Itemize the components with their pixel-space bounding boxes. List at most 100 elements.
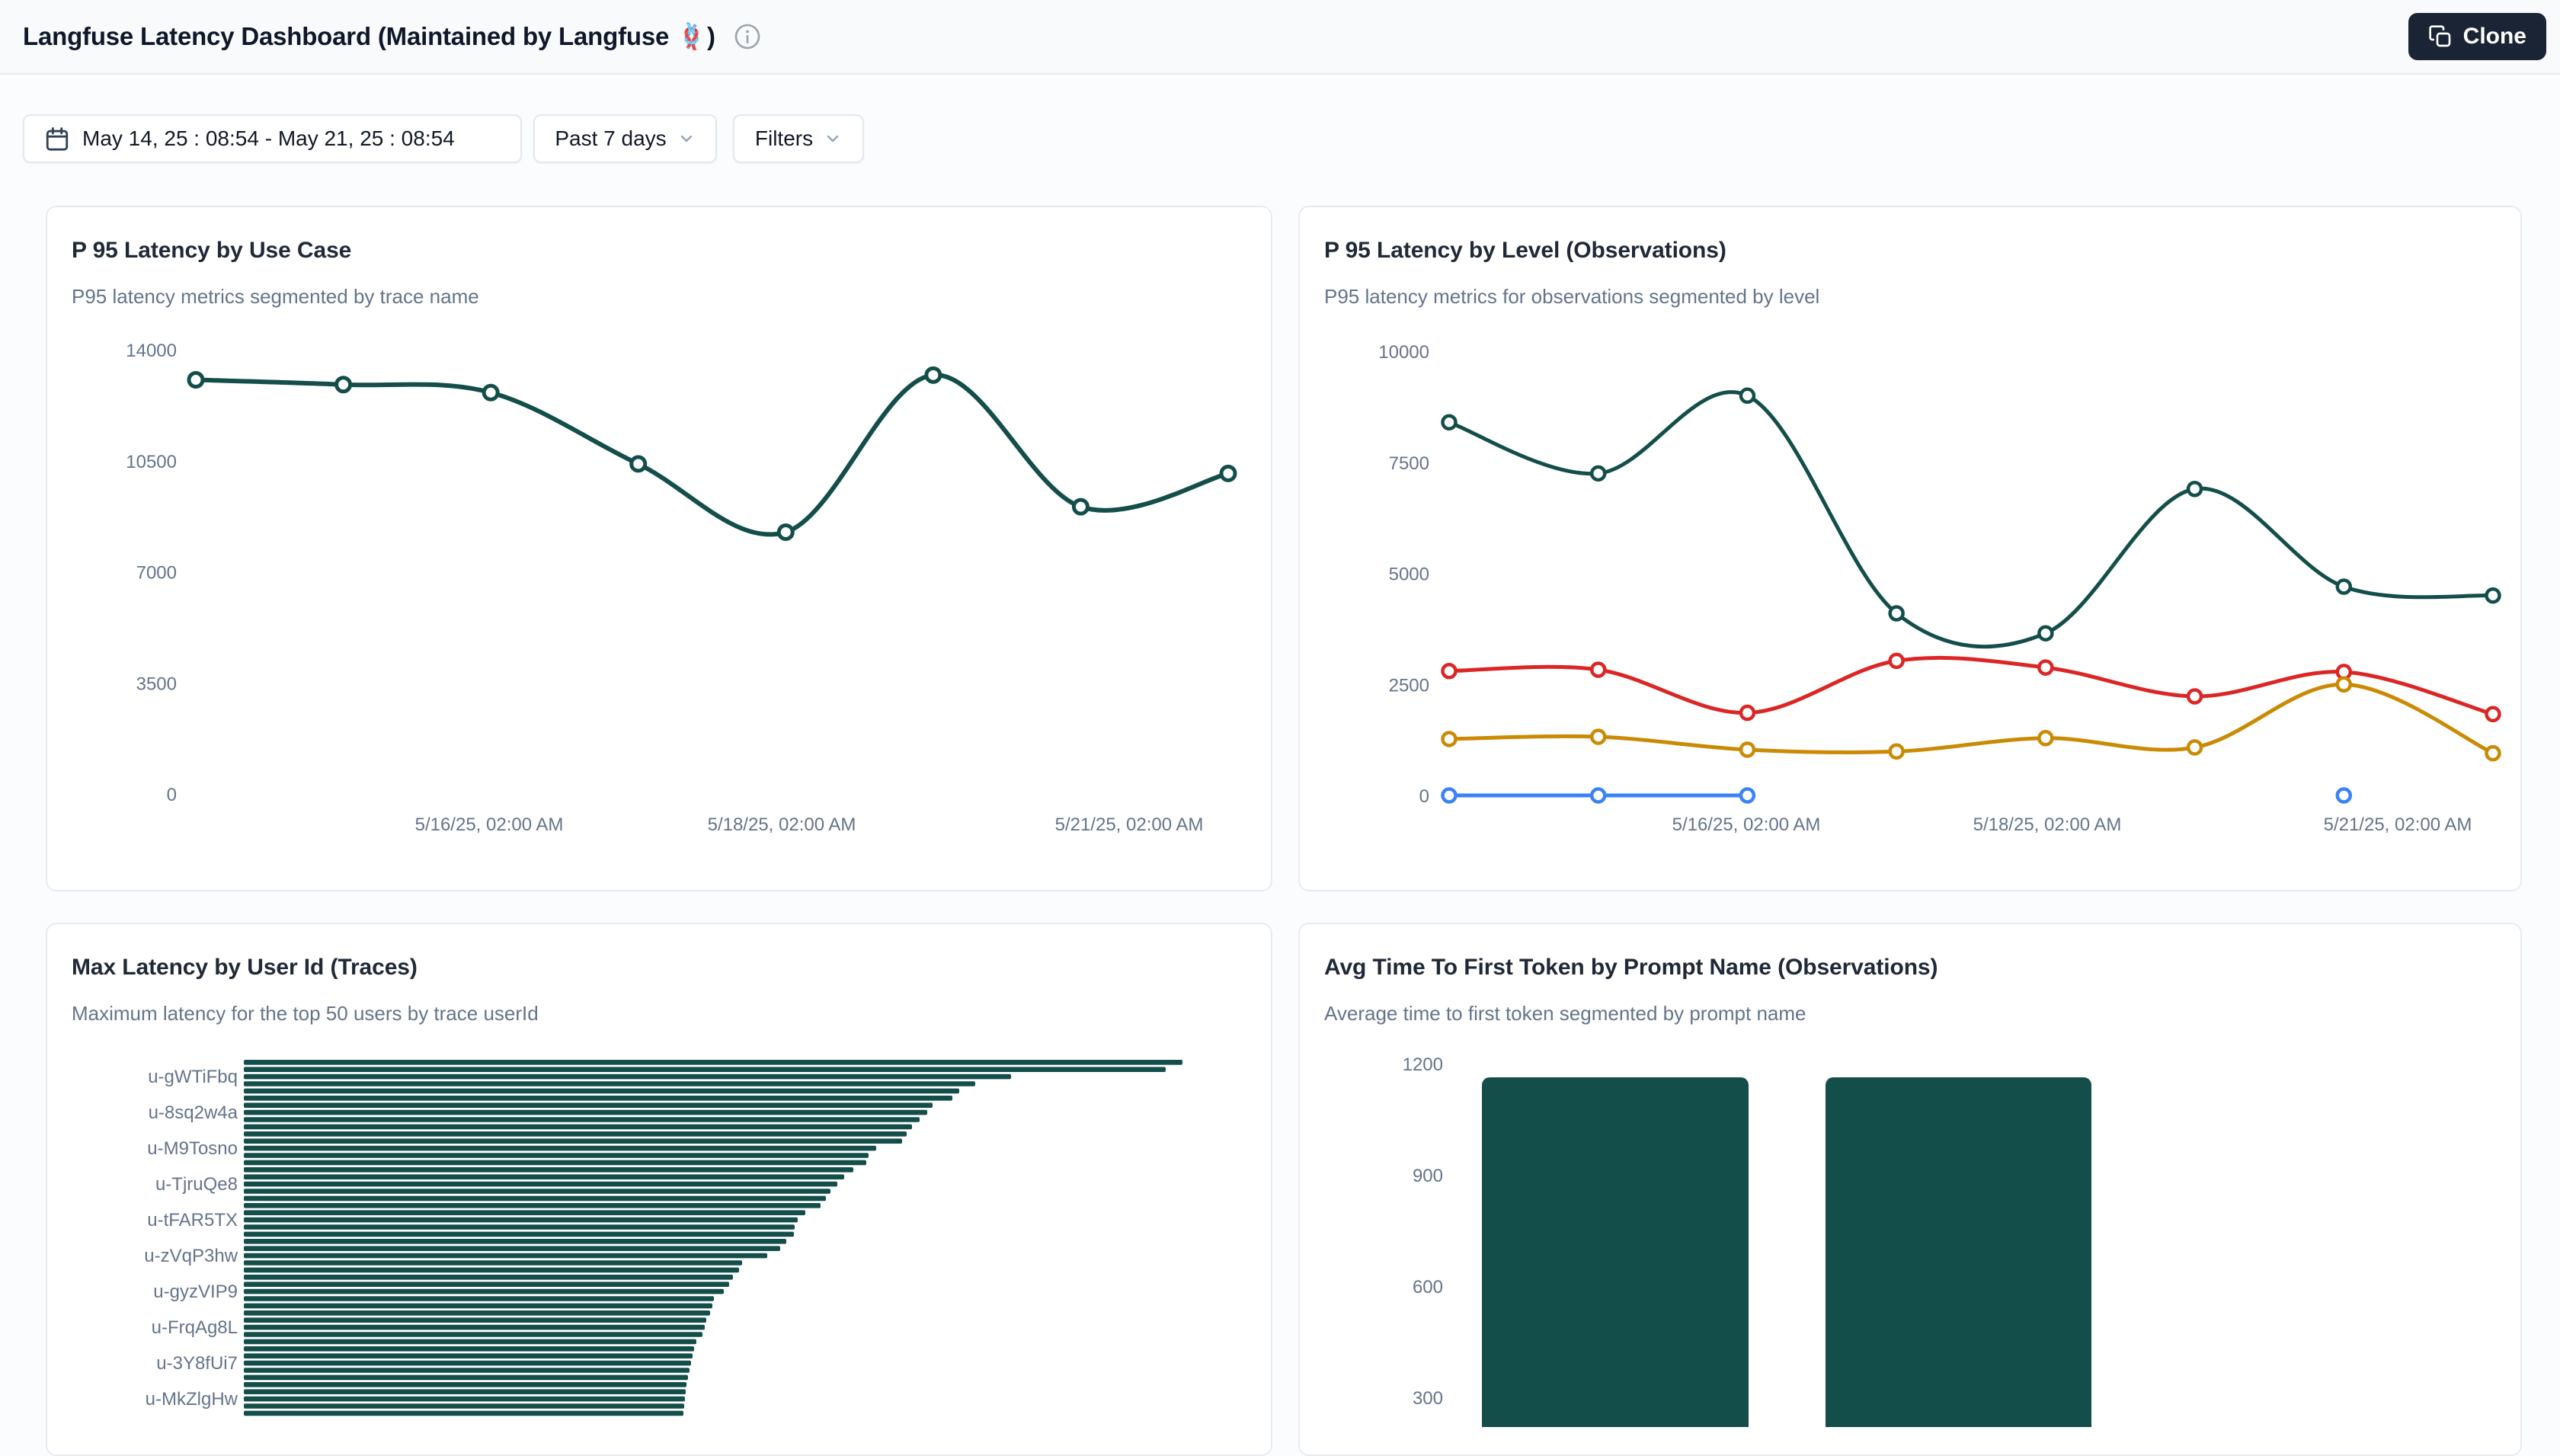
hbar-chart-max-latency: u-gWTiFbqu-8sq2w4au-M9Tosnou-TjruQe8u-tF… <box>47 1050 1272 1427</box>
user-id-tick-label: u-zVqP3hw <box>144 1246 238 1266</box>
latency-bar <box>244 1332 702 1337</box>
user-id-tick-label: u-tFAR5TX <box>147 1210 238 1230</box>
chart-title: P 95 Latency by Use Case <box>72 238 351 264</box>
latency-bar <box>244 1089 959 1094</box>
chart-title: P 95 Latency by Level (Observations) <box>1324 238 1726 264</box>
y-axis-tick-label: 7000 <box>136 563 177 584</box>
data-point-marker <box>1443 664 1456 677</box>
latency-bar <box>244 1353 693 1358</box>
latency-bar <box>244 1403 684 1409</box>
latency-bar <box>244 1317 706 1323</box>
data-point-marker <box>1074 500 1087 514</box>
latency-bar <box>244 1060 1182 1065</box>
data-point-marker <box>2338 678 2350 691</box>
data-point-marker <box>1443 732 1456 745</box>
data-point-marker <box>1890 606 1903 619</box>
x-axis-tick-label: 5/18/25, 02:00 AM <box>1973 814 2122 835</box>
data-point-marker <box>1741 743 1754 756</box>
latency-bar <box>244 1282 729 1287</box>
data-point-marker <box>2039 661 2052 674</box>
data-point-marker <box>2338 789 2350 802</box>
latency-bar <box>244 1310 710 1316</box>
y-axis-tick-label: 0 <box>167 785 177 805</box>
latency-bar <box>244 1339 696 1345</box>
y-axis-tick-label: 600 <box>1413 1277 1443 1298</box>
data-point-marker <box>1890 745 1903 758</box>
y-axis-tick-label: 14000 <box>126 341 177 361</box>
page-title: Langfuse Latency Dashboard (Maintained b… <box>23 22 715 52</box>
data-point-marker <box>632 457 645 471</box>
user-id-tick-label: u-M9Tosno <box>147 1138 238 1159</box>
clone-button[interactable]: Clone <box>2408 13 2546 60</box>
data-point-marker <box>2338 580 2350 593</box>
chart-subtitle: P95 latency metrics for observations seg… <box>1324 285 1819 309</box>
user-id-tick-label: u-TjruQe8 <box>155 1174 238 1195</box>
latency-bar <box>244 1246 780 1251</box>
latency-bar <box>244 1131 907 1137</box>
latency-bar <box>244 1411 683 1416</box>
latency-bar <box>244 1102 933 1108</box>
x-axis-tick-label: 5/16/25, 02:00 AM <box>1672 814 1821 835</box>
data-point-marker <box>926 368 940 382</box>
latency-bar <box>244 1368 690 1373</box>
data-point-marker <box>779 525 792 539</box>
filters-button-label: Filters <box>755 126 813 151</box>
latency-bar <box>244 1289 724 1294</box>
latency-bar <box>244 1203 821 1208</box>
data-point-marker <box>1443 416 1456 429</box>
card-avg-time-to-first-token: Avg Time To First Token by Prompt Name (… <box>1298 923 2522 1456</box>
latency-bar <box>244 1081 975 1086</box>
y-axis-tick-label: 1200 <box>1403 1054 1443 1075</box>
latency-bar <box>244 1153 869 1158</box>
data-point-marker <box>1741 389 1754 402</box>
clone-button-label: Clone <box>2463 24 2526 50</box>
latency-bar <box>244 1074 1011 1080</box>
latency-bar <box>244 1397 685 1402</box>
date-range-picker[interactable]: May 14, 25 : 08:54 - May 21, 25 : 08:54 <box>23 114 522 163</box>
y-axis-tick-label: 0 <box>1419 786 1429 807</box>
latency-bar <box>244 1067 1166 1072</box>
user-id-tick-label: u-gyzVIP9 <box>153 1282 238 1302</box>
latency-bar <box>244 1253 767 1259</box>
y-axis-tick-label: 10500 <box>126 452 177 472</box>
bar-chart-avg-ttft: 1200900600300 <box>1300 1050 2522 1427</box>
y-axis-tick-label: 2500 <box>1389 675 1429 696</box>
period-select-value: Past 7 days <box>555 126 666 151</box>
latency-bar <box>244 1346 694 1352</box>
y-axis-tick-label: 300 <box>1413 1388 1443 1409</box>
filter-toolbar: May 14, 25 : 08:54 - May 21, 25 : 08:54 … <box>23 114 864 163</box>
period-select[interactable]: Past 7 days <box>533 114 717 163</box>
data-point-marker <box>2487 708 2500 721</box>
x-axis-tick-label: 5/21/25, 02:00 AM <box>2324 814 2472 835</box>
line-chart-p95-use-case: 14000105007000350005/16/25, 02:00 AM5/18… <box>47 337 1272 846</box>
data-point-marker <box>189 373 203 387</box>
data-point-marker <box>1443 789 1456 802</box>
latency-bar <box>244 1224 795 1230</box>
card-max-latency-user-id: Max Latency by User Id (Traces) Maximum … <box>46 923 1272 1456</box>
chart-subtitle: Maximum latency for the top 50 users by … <box>72 1002 539 1026</box>
latency-bar <box>244 1160 866 1166</box>
data-point-marker <box>2188 741 2201 754</box>
info-icon[interactable] <box>734 23 761 50</box>
latency-bar <box>244 1232 794 1237</box>
chart-subtitle: P95 latency metrics segmented by trace n… <box>72 285 479 309</box>
latency-bar <box>244 1361 691 1366</box>
latency-bar <box>244 1125 912 1130</box>
chart-title: Avg Time To First Token by Prompt Name (… <box>1324 955 1938 981</box>
line-series-teal <box>1449 392 2493 647</box>
data-point-marker <box>2039 627 2052 640</box>
x-axis-tick-label: 5/21/25, 02:00 AM <box>1055 814 1204 835</box>
filters-button[interactable]: Filters <box>733 114 864 163</box>
latency-bar <box>244 1174 844 1179</box>
latency-bar <box>244 1260 742 1266</box>
latency-bar <box>244 1110 927 1115</box>
latency-bar <box>244 1146 876 1151</box>
data-point-marker <box>337 378 350 392</box>
latency-bar <box>244 1218 798 1223</box>
y-axis-tick-label: 3500 <box>136 674 177 694</box>
data-point-marker <box>1741 706 1754 719</box>
data-point-marker <box>2039 731 2052 744</box>
card-p95-latency-use-case: P 95 Latency by Use Case P95 latency met… <box>46 206 1272 891</box>
latency-bar <box>244 1210 805 1215</box>
copy-icon <box>2428 24 2453 49</box>
